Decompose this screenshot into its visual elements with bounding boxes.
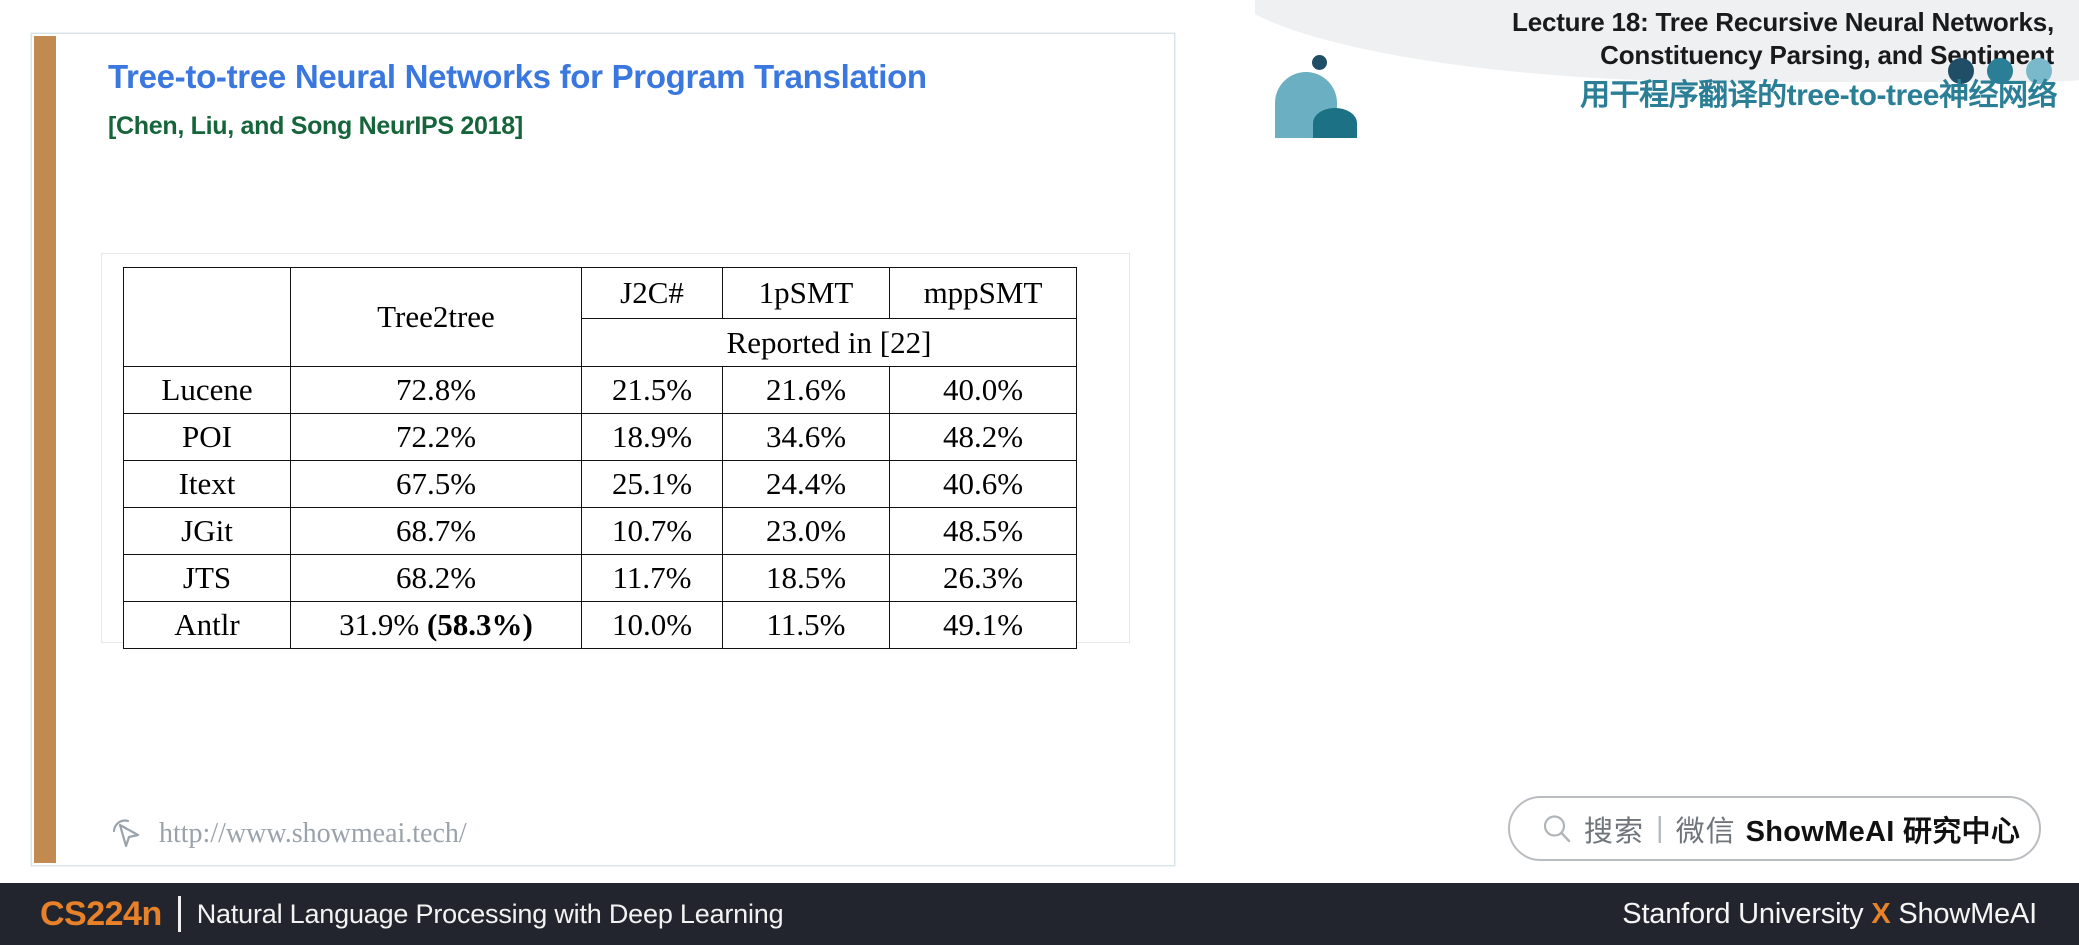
- cell-mppsmt: 48.5%: [889, 507, 1077, 555]
- cell-j2c: 25.1%: [581, 460, 723, 508]
- col-header-tree2tree: Tree2tree: [290, 267, 582, 367]
- search-label: 搜索: [1584, 815, 1645, 848]
- cell-j2c: 18.9%: [581, 413, 723, 461]
- search-channel: 微信: [1675, 815, 1736, 848]
- footer-bar: CS224n Natural Language Processing with …: [0, 883, 2079, 945]
- table-row: Itext 67.5% 25.1% 24.4% 40.6%: [123, 460, 1077, 508]
- col-header-j2c: J2C#: [581, 266, 723, 320]
- wechat-search-pill[interactable]: 搜索 | 微信 ShowMeAI 研究中心: [1508, 796, 2041, 861]
- cell-1psmt: 24.4%: [722, 460, 890, 508]
- page-citation: [Chen, Liu, and Song NeurIPS 2018]: [108, 112, 523, 140]
- reported-in-label: Reported in [22]: [581, 318, 1077, 367]
- col-header-mppsmt: mppSMT: [889, 266, 1077, 320]
- table-corner-cell: [123, 267, 291, 367]
- row-name: JTS: [123, 554, 291, 602]
- footer-attribution: Stanford University X ShowMeAI: [1622, 898, 2037, 931]
- row-name: Lucene: [123, 366, 291, 414]
- table-row: JGit 68.7% 10.7% 23.0% 48.5%: [123, 507, 1077, 555]
- row-name: Itext: [123, 460, 291, 508]
- slide-accent-bar: [34, 36, 56, 863]
- cell-tree2tree: 72.2%: [290, 413, 582, 461]
- table-row: JTS 68.2% 11.7% 18.5% 26.3%: [123, 554, 1077, 602]
- logo-dot-icon: [1312, 55, 1327, 70]
- watermark-url: http://www.showmeai.tech/: [159, 818, 467, 849]
- cell-j2c: 10.7%: [581, 507, 723, 555]
- table-row: POI 72.2% 18.9% 34.6% 48.2%: [123, 413, 1077, 461]
- lecture-header: Lecture 18: Tree Recursive Neural Networ…: [1255, 0, 2079, 150]
- cell-1psmt: 34.6%: [722, 413, 890, 461]
- cell-tree2tree: 67.5%: [290, 460, 582, 508]
- table-header-row-1: Tree2tree J2C# 1pSMT mppSMT: [123, 266, 1077, 367]
- footer-x-mark: X: [1871, 897, 1891, 930]
- footer-divider: [177, 896, 181, 932]
- row-name: POI: [123, 413, 291, 461]
- course-code: CS224n: [40, 894, 162, 933]
- cell-j2c: 10.0%: [581, 601, 723, 649]
- cell-tree2tree: 68.2%: [290, 554, 582, 602]
- cell-tree2tree: 68.7%: [290, 507, 582, 555]
- page-title: Tree-to-tree Neural Networks for Program…: [108, 58, 927, 95]
- footer-univ: Stanford University: [1622, 897, 1872, 930]
- lecture-title-line1: Lecture 18: Tree Recursive Neural Networ…: [1512, 7, 2054, 37]
- cell-1psmt: 11.5%: [722, 601, 890, 649]
- cell-j2c: 11.7%: [581, 554, 723, 602]
- row-name: JGit: [123, 507, 291, 555]
- footer-brand: ShowMeAI: [1890, 897, 2037, 930]
- cell-tree2tree: 72.8%: [290, 366, 582, 414]
- cell-mppsmt: 26.3%: [889, 554, 1077, 602]
- search-icon: [1543, 814, 1571, 842]
- results-table: Tree2tree J2C# 1pSMT mppSMT Reported in …: [123, 266, 1077, 649]
- table-row: Lucene 72.8% 21.5% 21.6% 40.0%: [123, 366, 1077, 414]
- table-row: Antlr 31.9% (58.3%) 10.0% 11.5% 49.1%: [123, 601, 1077, 649]
- site-watermark: http://www.showmeai.tech/: [108, 815, 467, 853]
- col-header-1psmt: 1pSMT: [722, 266, 890, 320]
- cell-mppsmt: 48.2%: [889, 413, 1077, 461]
- cell-j2c: 21.5%: [581, 366, 723, 414]
- cell-tree2tree: 31.9% (58.3%): [290, 601, 582, 649]
- results-table-figure: Tree2tree J2C# 1pSMT mppSMT Reported in …: [101, 253, 1130, 649]
- cell-mppsmt: 40.6%: [889, 460, 1077, 508]
- logo-dome-icon: [1313, 108, 1357, 138]
- cursor-icon: [112, 819, 140, 848]
- cell-1psmt: 18.5%: [722, 554, 890, 602]
- search-separator: |: [1656, 812, 1664, 844]
- row-name: Antlr: [123, 601, 291, 649]
- cell-mppsmt: 40.0%: [889, 366, 1077, 414]
- search-brand: ShowMeAI 研究中心: [1745, 815, 2021, 848]
- chinese-subtitle: 用干程序翻译的tree-to-tree神经网络: [1580, 79, 2057, 112]
- cell-1psmt: 21.6%: [722, 366, 890, 414]
- cell-1psmt: 23.0%: [722, 507, 890, 555]
- cell-mppsmt: 49.1%: [889, 601, 1077, 649]
- course-name: Natural Language Processing with Deep Le…: [196, 898, 784, 929]
